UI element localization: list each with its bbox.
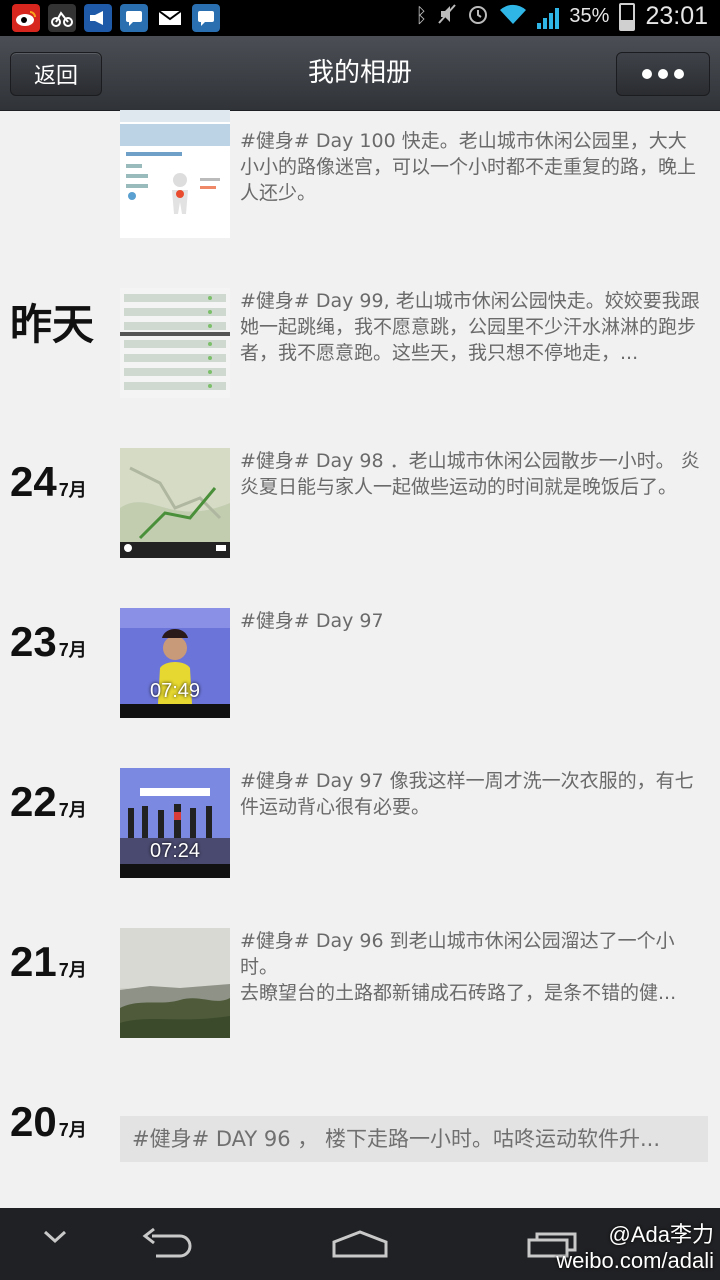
gmail-icon <box>156 4 184 32</box>
entry-day: 21 <box>10 938 57 985</box>
notification-icons <box>12 4 220 32</box>
entry-date: 22 7月 <box>10 778 87 826</box>
entry-date: 23 7月 <box>10 618 87 666</box>
more-dot <box>658 69 668 79</box>
back-button[interactable]: 返回 <box>10 52 102 96</box>
bluetooth-icon: ᛒ <box>415 5 428 27</box>
entry-day: 24 <box>10 458 57 505</box>
more-button[interactable] <box>616 52 710 96</box>
entry-thumbnail[interactable] <box>120 288 230 398</box>
entry-text: #健身# Day 100 快走。老山城市休闲公园里，大大小小的路像迷宫，可以一个… <box>240 130 697 204</box>
page-title: 我的相册 <box>307 58 412 88</box>
weibo-watermark: @Ada李力 weibo.com/adali <box>556 1222 714 1274</box>
alarm-icon <box>467 3 489 30</box>
entry-date: 20 7月 <box>10 1098 87 1146</box>
chevron-down-icon[interactable] <box>42 1226 68 1250</box>
system-status: ᛒ 35% 23:01 <box>415 2 708 31</box>
entry-text-only-post[interactable]: #健身# DAY 96 ， 楼下走路一小时。咕咚运动软件升... <box>120 1116 708 1162</box>
entry-month: 7月 <box>58 640 87 660</box>
thumbnail-timestamp: 07:24 <box>149 840 201 862</box>
chat-icon <box>120 4 148 32</box>
entry-text: #健身# Day 99, 老山城市休闲公园快走。姣姣要我跟她一起跳绳，我不愿意跳… <box>240 290 700 364</box>
entry-day: 昨天 <box>10 300 95 349</box>
entry-day: 22 <box>10 778 57 825</box>
watermark-url: weibo.com/adali <box>556 1248 714 1273</box>
chat-icon-2 <box>192 4 220 32</box>
entry-day: 23 <box>10 618 57 665</box>
entry-text: #健身# Day 98 ．老山城市休闲公园散步一小时。 炎炎夏日能与家人一起做些… <box>240 450 700 498</box>
home-icon[interactable] <box>330 1226 390 1264</box>
thumbnail-timestamp: 07:49 <box>149 680 201 702</box>
entry-month: 7月 <box>58 1120 87 1140</box>
entry-date: 24 7月 <box>10 458 87 506</box>
battery-icon <box>619 2 636 31</box>
title-bar: 我的相册 返回 <box>0 36 720 111</box>
entry-thumbnail[interactable]: 07:24 <box>120 768 230 878</box>
back-button-label: 返回 <box>33 64 78 89</box>
weibo-icon <box>12 4 40 32</box>
entry-month: 7月 <box>58 480 87 500</box>
more-dots-icon <box>642 69 652 79</box>
more-dot <box>674 69 684 79</box>
watermark-handle: @Ada李力 <box>608 1222 714 1247</box>
entry-date: 21 7月 <box>10 938 87 986</box>
signal-icon <box>537 5 560 29</box>
album-feed[interactable]: #健身# Day 100 快走。老山城市休闲公园里，大大小小的路像迷宫，可以一个… <box>0 110 720 1208</box>
entry-date: 昨天 <box>10 291 94 352</box>
wifi-icon <box>499 3 527 30</box>
entry-thumbnail[interactable] <box>120 928 230 1038</box>
back-arrow-icon[interactable] <box>140 1226 196 1264</box>
entry-thumbnail[interactable] <box>120 110 230 238</box>
entry-thumbnail[interactable] <box>120 448 230 558</box>
entry-month: 7月 <box>58 960 87 980</box>
megaphone-icon <box>84 4 112 32</box>
entry-day: 20 <box>10 1098 57 1145</box>
clock: 23:01 <box>645 2 708 30</box>
status-bar: ᛒ 35% 23:01 <box>0 0 720 36</box>
entry-month: 7月 <box>58 800 87 820</box>
battery-percent: 35% <box>569 5 610 27</box>
entry-text: #健身# Day 97 像我这样一周才洗一次衣服的，有七件运动背心很有必要。 <box>240 770 694 818</box>
bike-app-icon <box>48 4 76 32</box>
entry-text: #健身# Day 96 到老山城市休闲公园溜达了一个小时。 去瞭望台的土路都新铺… <box>240 930 677 1004</box>
mute-icon <box>437 3 457 30</box>
entry-thumbnail[interactable]: 07:49 <box>120 608 230 718</box>
entry-text: #健身# Day 97 <box>240 610 384 632</box>
